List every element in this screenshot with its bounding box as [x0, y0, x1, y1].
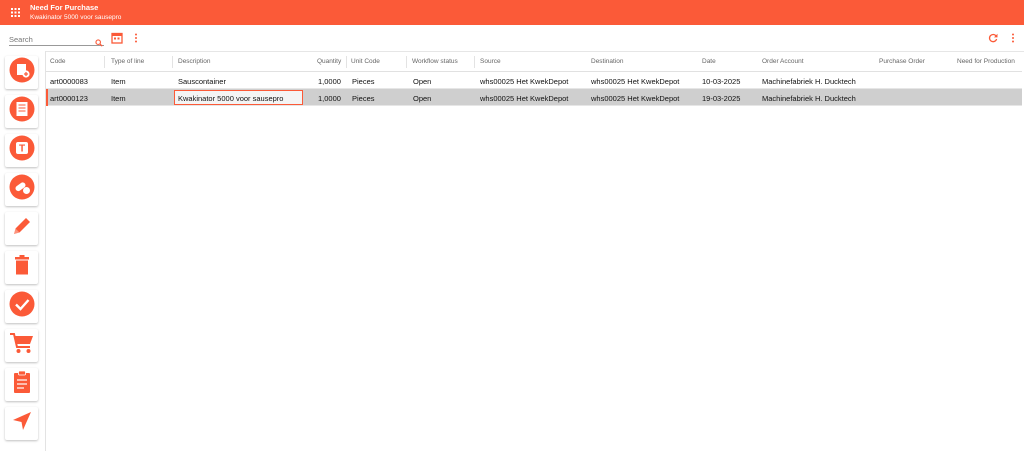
table-header: Code Type of line Description Quantity U… — [46, 52, 1022, 72]
search-box — [9, 33, 104, 47]
cell-description: Sauscontainer — [178, 77, 226, 86]
cell-workflow-status: Open — [413, 94, 432, 103]
cell-order-account: Machinefabriek H. Ducktech — [762, 77, 856, 86]
cell-date: 19-03-2025 — [702, 94, 741, 103]
check-circle-icon — [9, 291, 35, 322]
table-row[interactable]: art0000083 Item Sauscontainer 1,0000 Pie… — [46, 72, 1022, 89]
search-input[interactable] — [9, 34, 89, 44]
column-header-need-for-production[interactable]: Need for Production — [957, 58, 1015, 65]
column-header-type[interactable]: Type of line — [111, 58, 144, 65]
search-icon[interactable] — [95, 34, 103, 52]
cell-date: 10-03-2025 — [702, 77, 741, 86]
pills-icon — [9, 174, 35, 205]
cell-code: art0000123 — [50, 94, 88, 103]
edit-button[interactable] — [5, 212, 38, 245]
toolbar — [0, 25, 1024, 51]
pencil-icon — [11, 215, 33, 242]
column-header-purchase-order[interactable]: Purchase Order — [879, 58, 925, 65]
page-title: Need For Purchase — [30, 2, 99, 12]
more-vert-icon[interactable] — [1008, 32, 1018, 44]
column-header-destination[interactable]: Destination — [591, 58, 624, 65]
text-badge-icon: T — [9, 135, 35, 166]
add-document-button[interactable] — [5, 56, 38, 89]
page-subtitle: Kwakinator 5000 voor sausepro — [30, 13, 122, 21]
table-row-selected[interactable]: art0000123 Item Kwakinator 5000 voor sau… — [46, 89, 1022, 106]
cell-destination: whs00025 Het KwekDepot — [591, 94, 680, 103]
text-badge-button[interactable]: T — [5, 134, 38, 167]
apps-grid-icon[interactable] — [0, 0, 30, 25]
column-header-workflow-status[interactable]: Workflow status — [412, 58, 458, 65]
send-button[interactable] — [5, 407, 38, 440]
calendar-icon[interactable] — [110, 31, 124, 45]
cell-source: whs00025 Het KwekDepot — [480, 94, 569, 103]
svg-text:T: T — [18, 144, 24, 155]
cell-code: art0000083 — [50, 77, 88, 86]
clipboard-icon — [12, 370, 32, 399]
column-header-unit-code[interactable]: Unit Code — [351, 58, 380, 65]
cell-description-focused[interactable]: Kwakinator 5000 voor sausepro — [174, 90, 303, 105]
refresh-icon[interactable] — [987, 32, 999, 44]
cell-unit-code: Pieces — [352, 94, 375, 103]
column-header-order-account[interactable]: Order Account — [762, 58, 804, 65]
cell-destination: whs00025 Het KwekDepot — [591, 77, 680, 86]
column-header-date[interactable]: Date — [702, 58, 716, 65]
cell-quantity: 1,0000 — [318, 94, 341, 103]
app-header: Need For Purchase Kwakinator 5000 voor s… — [0, 0, 1024, 25]
document-list-button[interactable] — [5, 95, 38, 128]
need-for-purchase-grid: Code Type of line Description Quantity U… — [46, 51, 1024, 451]
column-header-source[interactable]: Source — [480, 58, 501, 65]
document-list-icon — [9, 96, 35, 127]
cart-button[interactable] — [5, 329, 38, 362]
cell-order-account: Machinefabriek H. Ducktech — [762, 94, 856, 103]
clipboard-button[interactable] — [5, 368, 38, 401]
cart-icon — [9, 331, 35, 360]
send-icon — [11, 410, 33, 437]
cell-workflow-status: Open — [413, 77, 432, 86]
more-vert-icon[interactable] — [131, 32, 141, 44]
cell-source: whs00025 Het KwekDepot — [480, 77, 569, 86]
add-document-icon — [9, 57, 35, 88]
cell-type: Item — [111, 94, 126, 103]
delete-button[interactable] — [5, 251, 38, 284]
column-header-code[interactable]: Code — [50, 58, 66, 65]
cell-unit-code: Pieces — [352, 77, 375, 86]
trash-icon — [12, 254, 32, 281]
approve-button[interactable] — [5, 290, 38, 323]
column-header-description[interactable]: Description — [178, 58, 211, 65]
action-sidebar: T — [0, 51, 46, 451]
cell-quantity: 1,0000 — [318, 77, 341, 86]
pills-button[interactable] — [5, 173, 38, 206]
column-header-quantity[interactable]: Quantity — [317, 58, 341, 65]
cell-type: Item — [111, 77, 126, 86]
